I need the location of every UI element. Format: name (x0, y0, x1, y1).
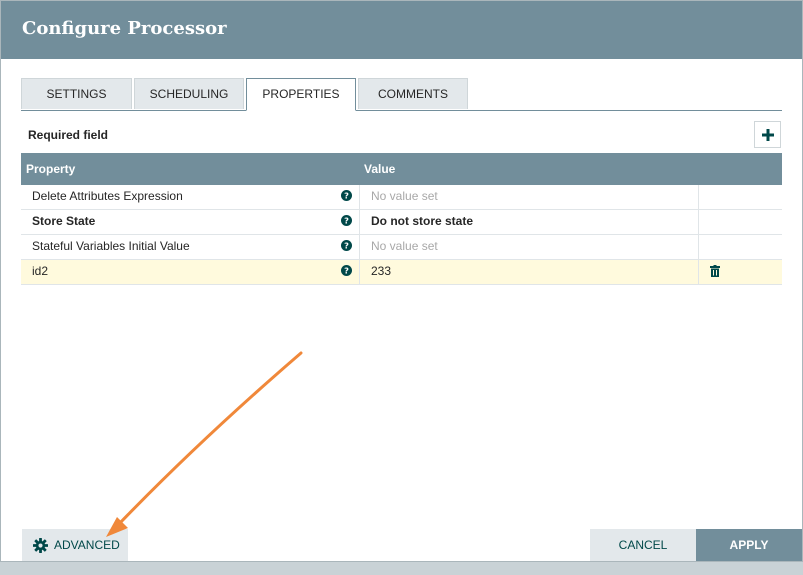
advanced-button-label: ADVANCED (54, 538, 120, 552)
advanced-button[interactable]: ADVANCED (22, 529, 128, 561)
column-divider (698, 210, 699, 234)
property-value[interactable]: No value set (371, 239, 438, 253)
tab-comments[interactable]: COMMENTS (358, 78, 468, 109)
dialog-title: Configure Processor (22, 18, 227, 39)
question-circle-icon[interactable]: ? (341, 265, 352, 276)
column-divider (698, 235, 699, 259)
table-header: Property Value (21, 153, 782, 185)
tab-settings[interactable]: SETTINGS (21, 78, 132, 109)
property-name: Stateful Variables Initial Value (32, 239, 190, 253)
add-property-button[interactable] (754, 121, 781, 148)
question-circle-icon[interactable]: ? (341, 240, 352, 251)
tab-properties[interactable]: PROPERTIES (246, 78, 356, 111)
required-field-label: Required field (28, 128, 109, 142)
svg-text:?: ? (344, 266, 349, 276)
tab-underline (21, 110, 782, 111)
trash-icon[interactable] (710, 265, 720, 277)
property-name: Store State (32, 214, 96, 228)
column-divider (359, 235, 360, 259)
column-divider (698, 185, 699, 209)
cancel-button[interactable]: CANCEL (590, 529, 696, 561)
column-divider (359, 210, 360, 234)
column-header-value: Value (364, 162, 396, 176)
property-name: id2 (32, 264, 49, 278)
table-row[interactable]: Delete Attributes Expression ? No value … (21, 185, 782, 210)
property-name: Delete Attributes Expression (32, 189, 183, 203)
question-circle-icon[interactable]: ? (341, 215, 352, 226)
configure-processor-dialog: Configure Processor SETTINGS SCHEDULING … (0, 0, 803, 562)
column-divider (359, 260, 360, 284)
column-divider (359, 185, 360, 209)
property-value[interactable]: Do not store state (371, 214, 473, 228)
property-value[interactable]: No value set (371, 189, 438, 203)
table-row[interactable]: Stateful Variables Initial Value ? No va… (21, 235, 782, 260)
svg-text:?: ? (344, 216, 349, 226)
properties-table: Property Value Delete Attributes Express… (21, 153, 782, 285)
question-circle-icon[interactable]: ? (341, 190, 352, 201)
plus-icon (761, 128, 774, 141)
svg-text:?: ? (344, 241, 349, 251)
column-header-property: Property (26, 162, 76, 176)
table-row[interactable]: id2 ? 233 (21, 260, 782, 285)
dialog-title-bar: Configure Processor (1, 1, 802, 59)
column-divider (698, 260, 699, 284)
svg-text:?: ? (344, 191, 349, 201)
table-row[interactable]: Store State ? Do not store state (21, 210, 782, 235)
property-value[interactable]: 233 (371, 264, 391, 278)
apply-button[interactable]: APPLY (696, 529, 802, 561)
tab-scheduling[interactable]: SCHEDULING (134, 78, 244, 109)
gear-icon (33, 537, 48, 553)
tab-bar: SETTINGS SCHEDULING PROPERTIES COMMENTS (21, 78, 782, 111)
